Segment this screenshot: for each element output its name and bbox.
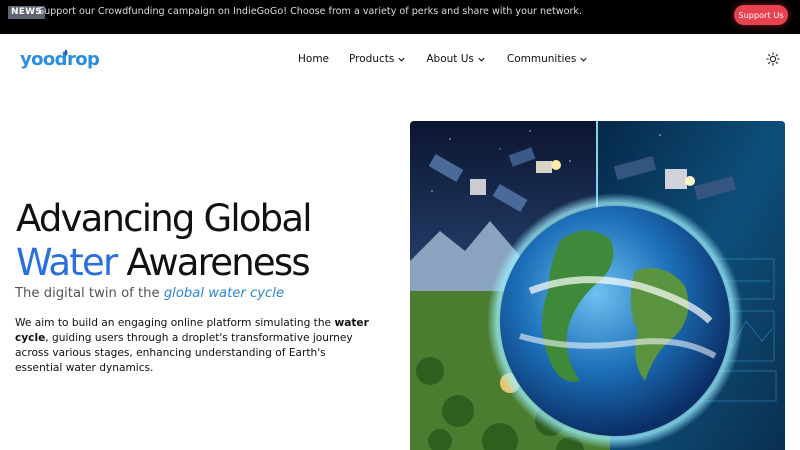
hero-description: We aim to build an engaging online platf… bbox=[15, 316, 375, 376]
hero-subtitle-emphasis: global water cycle bbox=[163, 286, 285, 301]
nav-home-label: Home bbox=[298, 53, 330, 65]
nav-products[interactable]: Products bbox=[349, 52, 406, 66]
hero-title: Advancing Global Water Awareness bbox=[16, 197, 313, 285]
nav-about-us[interactable]: About Us bbox=[426, 52, 486, 66]
desc-prefix: We aim to build an engaging online platf… bbox=[15, 317, 335, 329]
nav-communities[interactable]: Communities bbox=[507, 52, 588, 66]
announcement-text: Support our Crowdfunding campaign on Ind… bbox=[38, 6, 583, 17]
hero-title-rest: Awareness bbox=[116, 241, 310, 284]
hero-title-line1: Advancing Global bbox=[16, 197, 313, 240]
support-us-button[interactable]: Support Us bbox=[734, 5, 788, 25]
announcement-bar: NEWS Support our Crowdfunding campaign o… bbox=[0, 0, 800, 34]
hero-title-accent: Water bbox=[16, 241, 118, 284]
nav-communities-label: Communities bbox=[506, 53, 577, 65]
yoodrop-logo[interactable]: yoodrop bbox=[20, 46, 104, 72]
chevron-down-icon bbox=[478, 57, 485, 62]
chevron-down-icon bbox=[580, 57, 587, 62]
nav-home[interactable]: Home bbox=[298, 52, 329, 66]
desc-suffix: , guiding users through a droplet's tran… bbox=[15, 332, 353, 374]
svg-text:yoodrop: yoodrop bbox=[20, 49, 100, 70]
nav-products-label: Products bbox=[349, 53, 395, 65]
hero-subtitle-prefix: The digital twin of the bbox=[15, 286, 164, 301]
hero-subtitle: The digital twin of the global water cyc… bbox=[15, 285, 284, 303]
hero-earth-illustration bbox=[410, 121, 785, 450]
nav-about-us-label: About Us bbox=[426, 53, 474, 65]
site-header: yoodrop Home Products About Us Communiti… bbox=[0, 34, 800, 86]
chevron-down-icon bbox=[398, 57, 405, 62]
main-nav: Home Products About Us Communities bbox=[298, 52, 588, 66]
sun-icon[interactable] bbox=[766, 52, 780, 66]
